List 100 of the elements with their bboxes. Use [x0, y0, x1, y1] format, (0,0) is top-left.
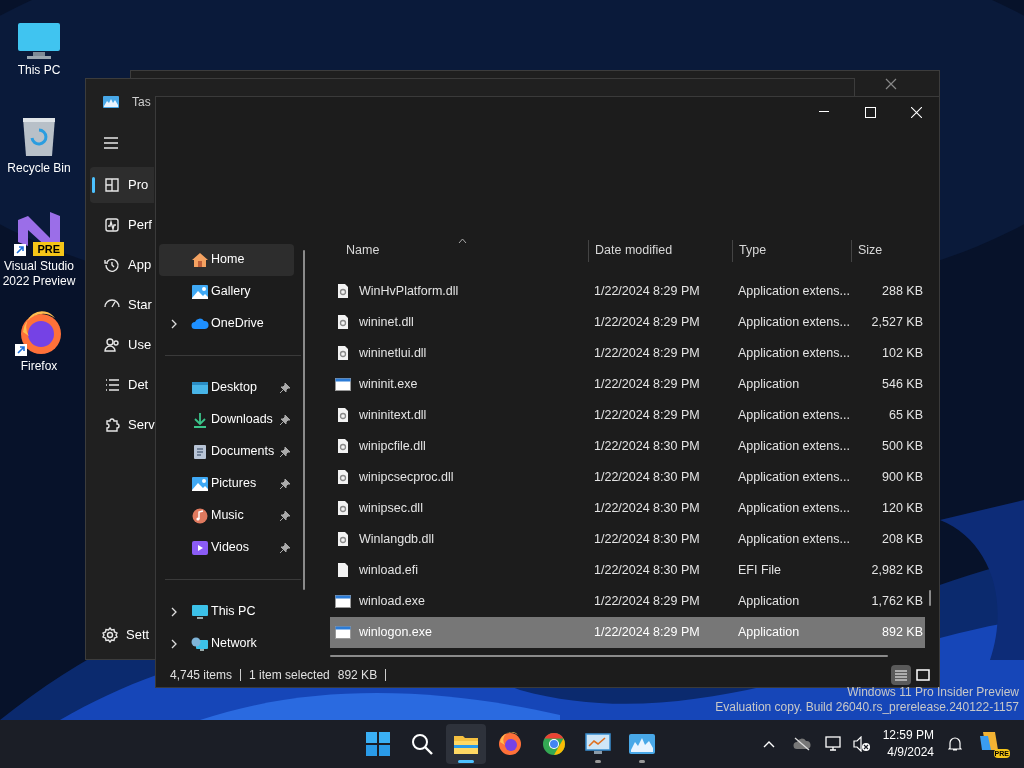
- nav-item[interactable]: Gallery: [159, 275, 294, 308]
- scrollbar[interactable]: [303, 249, 305, 590]
- date-cell-text: 1/22/2024 8:30 PM: [593, 437, 701, 455]
- settings-icon: [102, 627, 118, 643]
- nav-item[interactable]: Use: [90, 327, 154, 363]
- menu-icon[interactable]: [103, 136, 119, 150]
- desktop-icon-label: Firefox: [19, 359, 59, 374]
- chevron-icon[interactable]: [170, 638, 178, 649]
- size-cell-text: 65 KB: [887, 406, 924, 424]
- copilot-icon[interactable]: [978, 730, 1000, 752]
- chevron-icon[interactable]: [170, 606, 178, 617]
- nav-item[interactable]: Network: [159, 627, 294, 660]
- column-header[interactable]: Date modified: [588, 239, 732, 262]
- minimize-icon: [819, 111, 829, 113]
- preview-badge: PRE: [33, 242, 64, 256]
- volume-muted-icon[interactable]: [852, 736, 871, 752]
- desktop-icon-label: This PC: [16, 63, 62, 78]
- nav-item[interactable]: Videos: [159, 531, 294, 564]
- chevron-icon[interactable]: [170, 318, 178, 329]
- monitor-icon[interactable]: [17, 22, 61, 60]
- chevron-up-icon[interactable]: [762, 740, 775, 748]
- clock-date[interactable]: 4/9/2024: [887, 744, 934, 761]
- square-icon: [916, 669, 930, 681]
- nav-item[interactable]: Pro: [90, 167, 154, 203]
- gear-file-icon: [337, 407, 349, 424]
- file-row[interactable]: winipcfile.dll 1/22/2024 8:30 PM Application extens... 500 KB: [330, 430, 925, 462]
- nav-item[interactable]: Serv: [90, 407, 154, 443]
- window-title: Tas: [132, 94, 151, 111]
- date-cell-text: 1/22/2024 8:29 PM: [593, 344, 701, 362]
- scrollbar[interactable]: [929, 589, 931, 606]
- type-cell-text: Application extens...: [737, 282, 851, 300]
- file-name: WinHvPlatform.dll: [359, 282, 459, 300]
- file-row[interactable]: Winlangdb.dll 1/22/2024 8:30 PM Application extens... 208 KB: [330, 523, 925, 555]
- search-icon[interactable]: [410, 732, 434, 756]
- file-row[interactable]: winlogon.exe 1/22/2024 8:29 PM Application 892 KB: [330, 616, 925, 648]
- file-name: wininet.dll: [359, 313, 414, 331]
- music-icon: [192, 507, 208, 524]
- desktop-icon-label: Recycle Bin: [6, 161, 72, 176]
- type-cell-text: Application: [737, 623, 801, 641]
- scrollbar[interactable]: [330, 655, 888, 658]
- windows-logo-icon[interactable]: [366, 732, 390, 756]
- firefox-icon[interactable]: [15, 310, 63, 356]
- monitor-icon[interactable]: [824, 736, 843, 752]
- file-row[interactable]: WinHvPlatform.dll 1/22/2024 8:29 PM Application extens... 288 KB: [330, 275, 925, 307]
- column-header[interactable]: Type: [732, 239, 851, 262]
- date-cell-text: 1/22/2024 8:30 PM: [593, 561, 701, 579]
- window-file-icon: [335, 377, 351, 391]
- gear-file-icon: [337, 438, 349, 455]
- size-cell-text: 900 KB: [881, 468, 924, 486]
- desktop-icon-label: Visual Studio 2022 Preview: [1, 259, 77, 289]
- firefox-icon[interactable]: [498, 732, 522, 756]
- details-view-button[interactable]: [891, 665, 911, 685]
- cloud-off-icon[interactable]: [792, 737, 811, 751]
- file-name: winlogon.exe: [359, 623, 432, 641]
- bell-icon[interactable]: [948, 736, 962, 752]
- nav-item[interactable]: Det: [90, 367, 154, 403]
- nav-item[interactable]: OneDrive: [159, 307, 294, 340]
- clock-time[interactable]: 12:59 PM: [882, 727, 934, 744]
- settings-item[interactable]: Sett: [90, 617, 154, 653]
- users-icon: [104, 337, 120, 353]
- type-cell-text: Application extens...: [737, 530, 851, 548]
- folder-icon[interactable]: [453, 733, 479, 755]
- file-row[interactable]: wininet.dll 1/22/2024 8:29 PM Application extens... 2,527 KB: [330, 306, 925, 338]
- nav-item[interactable]: Perf: [90, 207, 154, 243]
- nav-item[interactable]: Star: [90, 287, 154, 323]
- file-row[interactable]: winipcsecproc.dll 1/22/2024 8:30 PM Application extens... 900 KB: [330, 461, 925, 493]
- type-cell-text: Application extens...: [737, 499, 851, 517]
- desktop-icon: [191, 380, 209, 395]
- monitor-chart-icon[interactable]: [585, 733, 611, 755]
- date-cell-text: 1/22/2024 8:30 PM: [593, 530, 701, 548]
- size-cell-text: 288 KB: [881, 282, 924, 300]
- column-header[interactable]: Size: [851, 239, 925, 262]
- nav-item[interactable]: Pictures: [159, 467, 294, 500]
- maximize-icon: [864, 106, 876, 118]
- file-row[interactable]: wininitext.dll 1/22/2024 8:29 PM Application extens... 65 KB: [330, 399, 925, 431]
- nav-item[interactable]: Music: [159, 499, 294, 532]
- close-icon[interactable]: [885, 78, 897, 90]
- picture-icon: [191, 475, 209, 492]
- chrome-icon[interactable]: [542, 732, 566, 756]
- window-file-icon: [335, 625, 351, 639]
- type-cell-text: Application extens...: [737, 406, 851, 424]
- file-row[interactable]: winload.efi 1/22/2024 8:30 PM EFI File 2,982 KB: [330, 554, 925, 586]
- file-row[interactable]: winload.exe 1/22/2024 8:29 PM Application 1,762 KB: [330, 585, 925, 617]
- nav-item[interactable]: This PC: [159, 595, 294, 628]
- network-icon: [191, 635, 209, 652]
- date-cell-text: 1/22/2024 8:30 PM: [593, 468, 701, 486]
- nav-item[interactable]: Documents: [159, 435, 294, 468]
- download-icon: [192, 411, 208, 428]
- taskbar-button[interactable]: [446, 724, 486, 764]
- column-header[interactable]: Name: [330, 239, 588, 262]
- home-icon: [191, 251, 209, 268]
- nav-item[interactable]: Home: [159, 243, 294, 276]
- file-row[interactable]: wininit.exe 1/22/2024 8:29 PM Application 546 KB: [330, 368, 925, 400]
- nav-item[interactable]: App: [90, 247, 154, 283]
- nav-item[interactable]: Desktop: [159, 371, 294, 404]
- file-row[interactable]: wininetlui.dll 1/22/2024 8:29 PM Application extens... 102 KB: [330, 337, 925, 369]
- cloud-icon: [191, 317, 209, 330]
- nav-item[interactable]: Downloads: [159, 403, 294, 436]
- grid-icon: [104, 177, 120, 193]
- file-row[interactable]: winipsec.dll 1/22/2024 8:30 PM Application extens... 120 KB: [330, 492, 925, 524]
